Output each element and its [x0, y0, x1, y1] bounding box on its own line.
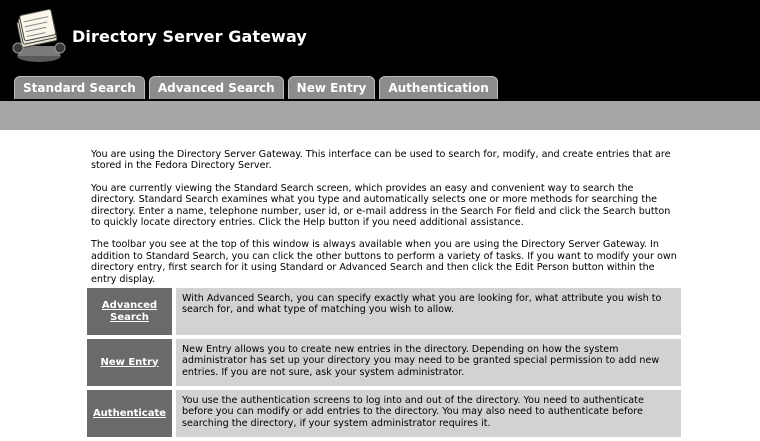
feature-row-advanced-search: Advanced Search With Advanced Search, yo…	[87, 288, 681, 335]
intro-paragraph-1: You are using the Directory Server Gatew…	[91, 149, 671, 172]
rolodex-card-file-icon	[12, 8, 66, 64]
feature-table: Advanced Search With Advanced Search, yo…	[87, 288, 681, 441]
tab-new-entry[interactable]: New Entry	[287, 76, 376, 99]
advanced-search-link[interactable]: Advanced Search	[87, 300, 172, 324]
feature-link-cell: Authenticate	[87, 390, 172, 437]
feature-row-authenticate: Authenticate You use the authentication …	[87, 390, 681, 437]
authenticate-link[interactable]: Authenticate	[93, 408, 166, 420]
feature-row-new-entry: New Entry New Entry allows you to create…	[87, 339, 681, 386]
tab-authentication[interactable]: Authentication	[379, 76, 498, 99]
feature-link-cell: New Entry	[87, 339, 172, 386]
feature-description: With Advanced Search, you can specify ex…	[176, 288, 681, 335]
feature-description: You use the authentication screens to lo…	[176, 390, 681, 437]
tab-standard-search[interactable]: Standard Search	[14, 76, 145, 99]
tab-advanced-search[interactable]: Advanced Search	[148, 76, 284, 99]
toolbar-tabs: Standard Search Advanced Search New Entr…	[14, 76, 498, 99]
intro-paragraph-2: You are currently viewing the Standard S…	[91, 182, 671, 229]
app-title: Directory Server Gateway	[72, 27, 307, 46]
intro-paragraph-3: The toolbar you see at the top of this w…	[91, 239, 677, 285]
new-entry-link[interactable]: New Entry	[100, 357, 158, 369]
header-bar: Directory Server Gateway Standard Search…	[0, 0, 760, 101]
intro-text: You are using the Directory Server Gatew…	[91, 149, 681, 296]
sub-toolbar	[0, 101, 760, 130]
feature-link-cell: Advanced Search	[87, 288, 172, 335]
feature-description: New Entry allows you to create new entri…	[176, 339, 681, 386]
